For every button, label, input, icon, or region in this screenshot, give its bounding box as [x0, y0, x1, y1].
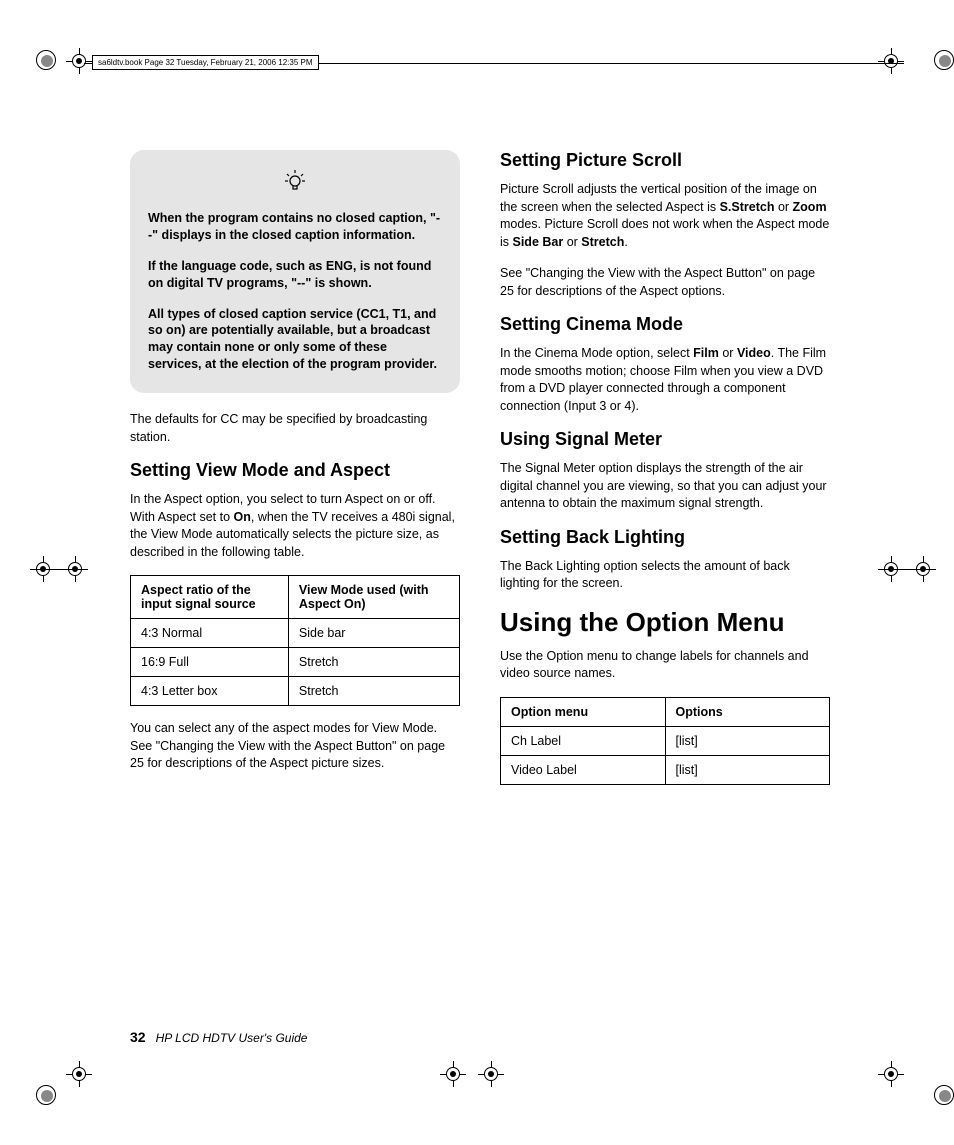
heading-signal-meter: Using Signal Meter [500, 429, 830, 450]
note-text: If the language code, such as ENG, is no… [148, 258, 442, 292]
table-row: Ch Label[list] [501, 726, 830, 755]
heading-back-lighting: Setting Back Lighting [500, 527, 830, 548]
table-header: Options [665, 697, 830, 726]
table-row: 4:3 Letter boxStretch [131, 677, 460, 706]
footer-title: HP LCD HDTV User's Guide [156, 1031, 308, 1045]
aspect-table: Aspect ratio of the input signal sourceV… [130, 575, 460, 706]
body-text: In the Aspect option, you select to turn… [130, 491, 460, 561]
body-text: Picture Scroll adjusts the vertical posi… [500, 181, 830, 251]
lightbulb-icon [148, 168, 442, 200]
body-text: Use the Option menu to change labels for… [500, 648, 830, 683]
heading-cinema-mode: Setting Cinema Mode [500, 314, 830, 335]
heading-picture-scroll: Setting Picture Scroll [500, 150, 830, 171]
body-text: See "Changing the View with the Aspect B… [500, 265, 830, 300]
table-row: Video Label[list] [501, 755, 830, 784]
note-text: When the program contains no closed capt… [148, 210, 442, 244]
table-header: Option menu [501, 697, 666, 726]
body-text: The Back Lighting option selects the amo… [500, 558, 830, 593]
table-row: 16:9 FullStretch [131, 648, 460, 677]
table-row: 4:3 NormalSide bar [131, 619, 460, 648]
heading-option-menu: Using the Option Menu [500, 607, 830, 638]
body-text: You can select any of the aspect modes f… [130, 720, 460, 773]
left-column: When the program contains no closed capt… [130, 150, 460, 799]
tip-box: When the program contains no closed capt… [130, 150, 460, 393]
header-meta: sa6ldtv.book Page 32 Tuesday, February 2… [92, 55, 319, 70]
heading-view-mode: Setting View Mode and Aspect [130, 460, 460, 481]
option-table: Option menuOptions Ch Label[list] Video … [500, 697, 830, 785]
page-footer: 32 HP LCD HDTV User's Guide [130, 1029, 307, 1045]
page-number: 32 [130, 1029, 146, 1045]
body-text: The defaults for CC may be specified by … [130, 411, 460, 446]
table-header: View Mode used (with Aspect On) [288, 576, 459, 619]
note-text: All types of closed caption service (CC1… [148, 306, 442, 374]
table-header: Aspect ratio of the input signal source [131, 576, 289, 619]
right-column: Setting Picture Scroll Picture Scroll ad… [500, 150, 830, 799]
body-text: In the Cinema Mode option, select Film o… [500, 345, 830, 415]
body-text: The Signal Meter option displays the str… [500, 460, 830, 513]
